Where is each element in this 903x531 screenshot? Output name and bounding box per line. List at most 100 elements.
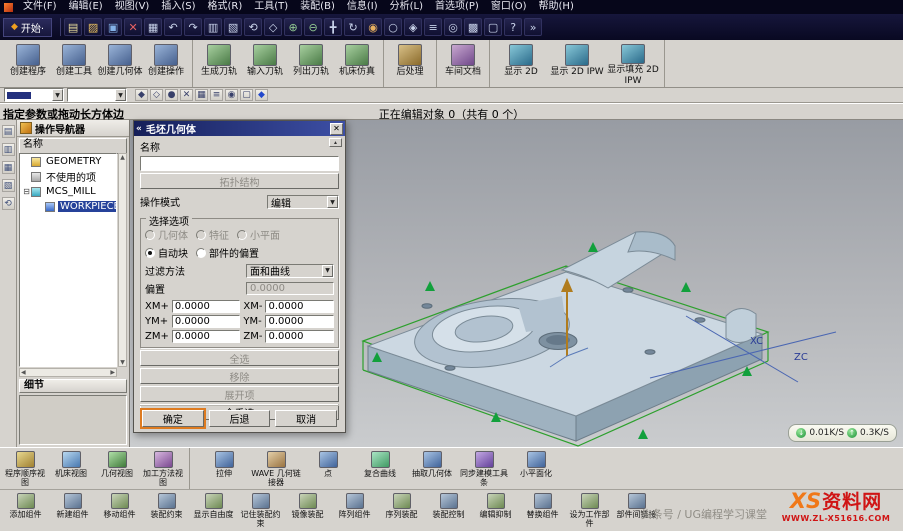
- menu-item[interactable]: 视图(V): [109, 0, 156, 14]
- assembly-constraints-button[interactable]: 装配约束: [143, 490, 190, 531]
- refresh-icon[interactable]: ⟲: [244, 18, 262, 36]
- scroll-right-icon[interactable]: ▶: [110, 369, 115, 376]
- menu-item[interactable]: 工具(T): [248, 0, 294, 14]
- menu-item[interactable]: 窗口(O): [485, 0, 533, 14]
- arrangements-button[interactable]: 装配控制: [425, 490, 472, 531]
- show-2d-button[interactable]: 显示 2D: [493, 41, 549, 86]
- wireframe-view-icon[interactable]: ○: [384, 18, 402, 36]
- menu-item[interactable]: 插入(S): [155, 0, 201, 14]
- add-component-button[interactable]: 添加组件: [2, 490, 49, 531]
- collapse-left-icon[interactable]: «: [136, 124, 142, 134]
- create-geometry-button[interactable]: 创建几何体: [97, 41, 143, 86]
- wave-geometry-linker-button[interactable]: WAVE 几何链接器: [250, 448, 302, 489]
- radio-feature[interactable]: [196, 230, 206, 240]
- pan-icon[interactable]: ╋: [324, 18, 342, 36]
- zoom-in-icon[interactable]: ⊕: [284, 18, 302, 36]
- history-palette-icon[interactable]: ⟲: [2, 197, 15, 210]
- expand-toggle[interactable]: ⊟: [22, 187, 31, 196]
- chevron-down-icon[interactable]: ▼: [115, 89, 126, 101]
- radio-auto-block[interactable]: [145, 248, 155, 258]
- geometry-view-button[interactable]: 几何视图: [94, 448, 140, 489]
- scroll-down-icon[interactable]: ▼: [120, 359, 125, 366]
- layer-settings-icon[interactable]: ≡: [424, 18, 442, 36]
- select-all-button[interactable]: 全选: [140, 350, 339, 366]
- intersection-point-icon[interactable]: ✕: [180, 89, 193, 101]
- tree-item-workpiece[interactable]: WORKPIECE: [20, 199, 116, 214]
- dialog-title-bar[interactable]: « 毛坯几何体 ✕: [134, 121, 345, 136]
- assembly-navigator-icon[interactable]: ▤: [2, 125, 15, 138]
- constraint-navigator-icon[interactable]: ▥: [2, 143, 15, 156]
- show-dof-button[interactable]: 显示自由度: [190, 490, 237, 531]
- remove-button[interactable]: 移除: [140, 368, 339, 384]
- show-filled-2d-ipw-button[interactable]: 显示填充 2D IPW: [605, 41, 661, 86]
- shop-documentation-button[interactable]: 车间文档: [440, 41, 486, 86]
- sequence-button[interactable]: 序列装配: [378, 490, 425, 531]
- shaded-view-icon[interactable]: ◉: [364, 18, 382, 36]
- menu-item[interactable]: 分析(L): [384, 0, 429, 14]
- list-toolpath-button[interactable]: 列出刀轨: [288, 41, 334, 86]
- radio-geometry[interactable]: [145, 230, 155, 240]
- cancel-button[interactable]: 取消: [275, 410, 337, 427]
- navigator-title-bar[interactable]: 操作导航器: [17, 120, 129, 137]
- topology-button[interactable]: 拓扑结构: [140, 173, 339, 189]
- replay-toolpath-button[interactable]: 输入刀轨: [242, 41, 288, 86]
- window-icon[interactable]: ▢: [484, 18, 502, 36]
- limit-field-input[interactable]: 0.0000: [265, 330, 334, 343]
- scroll-up-icon[interactable]: ▲: [120, 154, 125, 161]
- close-icon[interactable]: ✕: [330, 123, 343, 135]
- fit-view-icon[interactable]: ◇: [264, 18, 282, 36]
- ok-button[interactable]: 确定: [142, 410, 204, 427]
- menu-item[interactable]: 格式(R): [202, 0, 249, 14]
- menu-item[interactable]: 帮助(H): [533, 0, 580, 14]
- limit-field-input[interactable]: 0.0000: [172, 315, 241, 328]
- paste-icon[interactable]: ▧: [224, 18, 242, 36]
- close-part-icon[interactable]: ✕: [124, 18, 142, 36]
- chevron-down-icon[interactable]: ▼: [322, 265, 333, 277]
- help-icon[interactable]: ?: [504, 18, 522, 36]
- offset-input[interactable]: 0.0000: [246, 282, 334, 295]
- machine-tool-view-button[interactable]: 机床视图: [48, 448, 94, 489]
- more-commands-icon[interactable]: »: [524, 18, 542, 36]
- layer-icon[interactable]: ≡: [210, 89, 223, 101]
- new-file-icon[interactable]: ▤: [64, 18, 82, 36]
- extrude-button[interactable]: 拉伸: [198, 448, 250, 489]
- remember-constraints-button[interactable]: 记住装配约束: [237, 490, 284, 531]
- tree-item-mcs-mill[interactable]: ⊟ MCS_MILL: [20, 184, 116, 199]
- mode-select[interactable]: 编辑 ▼: [267, 195, 339, 209]
- menu-item[interactable]: 首选项(P): [429, 0, 485, 14]
- machining-method-view-button[interactable]: 加工方法视图: [140, 448, 186, 489]
- zoom-out-icon[interactable]: ⊖: [304, 18, 322, 36]
- wcs-display-icon[interactable]: ◎: [444, 18, 462, 36]
- copy-icon[interactable]: ▥: [204, 18, 222, 36]
- snap-point-icon[interactable]: ◆: [135, 89, 148, 101]
- undo-icon[interactable]: ↶: [164, 18, 182, 36]
- mid-point-icon[interactable]: ●: [165, 89, 178, 101]
- postprocess-button[interactable]: 后处理: [387, 41, 433, 86]
- grid-snap-icon[interactable]: ▦: [195, 89, 208, 101]
- details-section-header[interactable]: 细节: [19, 379, 127, 393]
- tree-item-geometry[interactable]: GEOMETRY: [20, 154, 116, 169]
- info-icon[interactable]: ◆: [255, 89, 268, 101]
- limit-field-input[interactable]: 0.0000: [172, 330, 241, 343]
- menu-item[interactable]: 文件(F): [17, 0, 63, 14]
- expand-item-button[interactable]: 展开项: [140, 386, 339, 402]
- part-navigator-icon[interactable]: ▦: [2, 161, 15, 174]
- tree-vertical-scrollbar[interactable]: ▲▼: [118, 153, 127, 367]
- name-input[interactable]: [140, 156, 339, 171]
- pattern-component-button[interactable]: 阵列组件: [331, 490, 378, 531]
- limit-field-input[interactable]: 0.0000: [265, 300, 334, 313]
- chevron-down-icon[interactable]: ▼: [52, 89, 63, 101]
- create-tool-button[interactable]: 创建工具: [51, 41, 97, 86]
- selection-scope-combo[interactable]: ▼: [67, 88, 127, 102]
- program-order-view-button[interactable]: 程序顺序视图: [2, 448, 48, 489]
- start-menu-button[interactable]: ◆ 开始·: [3, 18, 52, 37]
- point-button[interactable]: 点: [302, 448, 354, 489]
- show-hide-icon[interactable]: ▢: [240, 89, 253, 101]
- composite-curve-button[interactable]: 复合曲线: [354, 448, 406, 489]
- rotate-view-icon[interactable]: ↻: [344, 18, 362, 36]
- make-work-part-button[interactable]: 设为工作部件: [566, 490, 613, 531]
- edit-suppression-button[interactable]: 编辑抑制: [472, 490, 519, 531]
- generate-toolpath-button[interactable]: 生成刀轨: [196, 41, 242, 86]
- end-point-icon[interactable]: ◇: [150, 89, 163, 101]
- simulate-machine-button[interactable]: 机床仿真: [334, 41, 380, 86]
